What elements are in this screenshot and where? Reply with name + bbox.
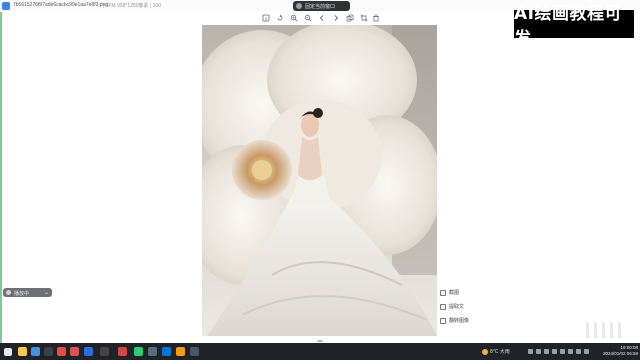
rotate-icon[interactable]	[276, 14, 284, 22]
weather-text: 8°C 大雨	[490, 349, 510, 355]
text-extract-label: 提取文	[449, 304, 465, 310]
copy-icon[interactable]	[346, 14, 354, 22]
app-icon-4[interactable]	[100, 347, 109, 356]
app-icon-8[interactable]	[176, 347, 185, 356]
app-icon-3[interactable]	[70, 347, 79, 356]
screenshot-icon	[440, 289, 446, 296]
tray-icon-2[interactable]	[536, 349, 541, 354]
delete-icon[interactable]	[372, 14, 380, 22]
text-extract-icon	[440, 303, 446, 310]
app-icon	[2, 2, 10, 10]
clock[interactable]: 19:00:08 2024/01/02 06:58	[592, 345, 638, 357]
playback-control[interactable]: 播放中 ⌄	[3, 288, 52, 297]
file-meta: | 8FM 958*1280像素 | 100	[103, 3, 161, 9]
chevron-down-icon: ⌄	[43, 290, 49, 296]
folder-icon[interactable]	[18, 347, 27, 356]
app-icon-5[interactable]	[118, 347, 127, 356]
app-icon-1[interactable]	[44, 347, 53, 356]
app-icon-6[interactable]	[148, 347, 157, 356]
tray-icon-7[interactable]	[576, 349, 581, 354]
info-icon[interactable]	[262, 14, 270, 22]
pin-window-button[interactable]: 固定当前窗口	[293, 1, 350, 11]
photoshop-icon[interactable]	[84, 347, 93, 356]
flip-icon	[440, 317, 446, 324]
taskbar: 8°C 大雨 19:00:08 2024/01/02 06:58	[0, 343, 640, 360]
screenshot-button[interactable]: 截图	[440, 288, 459, 297]
pin-window-label: 固定当前窗口	[305, 4, 336, 10]
crop-icon[interactable]	[360, 14, 368, 22]
pin-icon	[296, 3, 302, 9]
app-icon-7[interactable]	[162, 347, 171, 356]
scroll-indicator	[317, 340, 323, 342]
screenshot-label: 截图	[449, 290, 460, 296]
clock-date: 2024/01/02 06:58	[602, 351, 638, 356]
start-icon[interactable]	[4, 348, 12, 356]
weather-widget[interactable]: 8°C 大雨	[482, 343, 510, 360]
flip-button[interactable]: 翻转图像	[440, 316, 469, 325]
window-edge	[0, 0, 2, 343]
system-tray	[528, 343, 589, 360]
text-extract-button[interactable]: 提取文	[440, 302, 464, 311]
app-icon-2[interactable]	[57, 347, 66, 356]
prev-icon[interactable]	[318, 14, 326, 22]
next-icon[interactable]	[332, 14, 340, 22]
displayed-image	[202, 25, 437, 336]
play-icon	[6, 290, 11, 295]
wechat-icon[interactable]	[134, 347, 143, 356]
browser-icon[interactable]	[31, 347, 40, 356]
tray-icon-8[interactable]	[584, 349, 589, 354]
watermark-text: AI绘画教程可发	[514, 4, 634, 49]
tray-icon-4[interactable]	[552, 349, 557, 354]
file-name: 7b5615276f97ade6cacbc99e1aa7e8f3.png	[13, 2, 109, 8]
flip-label: 翻转图像	[449, 318, 470, 324]
tray-icon-3[interactable]	[544, 349, 549, 354]
tray-icon-5[interactable]	[560, 349, 565, 354]
weather-icon	[482, 348, 488, 355]
playback-label: 播放中	[14, 291, 30, 297]
tray-icon-1[interactable]	[528, 349, 533, 354]
zoom-out-icon[interactable]	[304, 14, 312, 22]
app-icon-9[interactable]	[190, 347, 199, 356]
image-toolbar	[258, 12, 382, 24]
tray-icon-6[interactable]	[568, 349, 573, 354]
decorative-stripes	[586, 322, 628, 338]
zoom-in-icon[interactable]	[290, 14, 298, 22]
